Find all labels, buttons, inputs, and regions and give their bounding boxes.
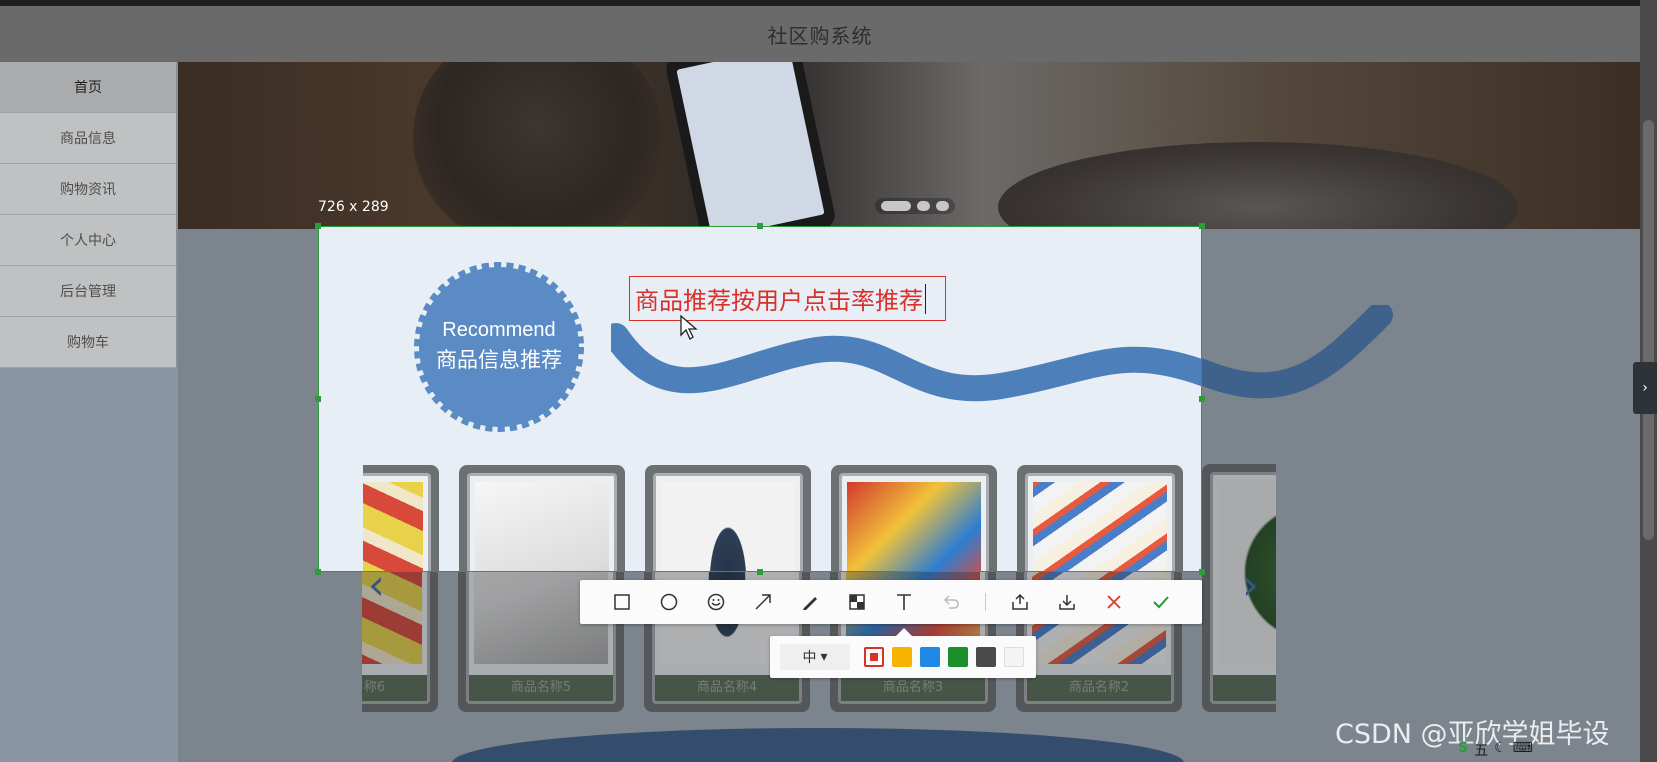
sidebar-item-products[interactable]: 商品信息 [0,113,178,164]
banner-cup-shape [413,62,663,229]
badge-title-cn: 商品信息推荐 [436,348,562,372]
text-icon[interactable] [891,589,917,615]
ime-tray: S 五 ☾ ⌨ [1458,740,1533,760]
product-card[interactable] [1017,465,1183,571]
resize-handle[interactable] [1199,569,1205,575]
text-caret [925,283,926,314]
product-card[interactable] [645,465,811,571]
snip-size-label: 726 x 289 [318,199,389,215]
annotation-text-box[interactable]: 商品推荐按用户点击率推荐 [629,276,946,321]
emoji-icon[interactable] [703,589,729,615]
resize-handle[interactable] [315,223,321,229]
banner-dot[interactable] [936,201,949,211]
app-title: 社区购系统 [767,24,873,48]
moon-icon: ☾ [1494,740,1507,756]
product-card[interactable] [363,465,439,571]
undo-icon[interactable] [938,589,964,615]
carousel-next-icon[interactable]: › [1242,560,1259,609]
color-swatch-red[interactable] [864,647,884,667]
chevron-down-icon: ▾ [820,649,828,665]
color-swatch-gray[interactable] [976,647,996,667]
scrollbar-thumb[interactable] [1643,120,1654,540]
banner-dot-active[interactable] [881,201,911,211]
resize-handle[interactable] [1199,223,1205,229]
color-swatch-green[interactable] [948,647,968,667]
decorative-wave [611,323,1201,402]
sidebar-item-home[interactable]: 首页 [0,62,178,113]
product-name: 商品名称4 [655,675,799,701]
color-swatch-blue[interactable] [920,647,940,667]
product-card[interactable] [1202,464,1276,712]
pen-icon[interactable] [797,589,823,615]
ime-mode-text: 五 [1474,743,1489,759]
product-name [1213,675,1276,701]
product-name: 商品名称6 [362,675,427,701]
font-size-value: 中 [802,650,817,666]
arrow-icon[interactable] [750,589,776,615]
mouse-pointer-icon [680,315,698,340]
download-icon[interactable] [1054,589,1080,615]
sidebar: 首页 商品信息 购物资讯 个人中心 后台管理 购物车 [0,62,178,762]
top-bar: 社区购系统 [0,0,1640,62]
resize-handle[interactable] [757,569,763,575]
product-carousel-snip [363,465,1201,571]
annotation-text[interactable]: 商品推荐按用户点击率推荐 [635,281,923,316]
banner-phone-shape [663,62,838,229]
recommend-badge: Recommend 商品信息推荐 [411,259,587,435]
rectangle-icon[interactable] [609,589,635,615]
resize-handle[interactable] [315,396,321,402]
resize-handle[interactable] [757,223,763,229]
product-card[interactable] [831,465,997,571]
product-name: 商品名称2 [1027,675,1171,701]
product-card[interactable] [459,465,625,571]
color-swatch-white[interactable] [1004,647,1024,667]
resize-handle[interactable] [315,569,321,575]
product-name: 商品名称3 [841,675,985,701]
font-size-select[interactable]: 中 ▾ [780,644,850,670]
sidebar-item-cart[interactable]: 购物车 [0,317,178,368]
banner-pagination[interactable] [875,198,955,214]
chevron-right-icon[interactable]: › [1633,362,1657,414]
ime-logo-icon: S [1458,740,1469,756]
banner-dot[interactable] [917,201,930,211]
close-icon[interactable] [1101,589,1127,615]
resize-handle[interactable] [1199,396,1205,402]
color-swatch-yellow[interactable] [892,647,912,667]
keyboard-icon: ⌨ [1512,740,1533,756]
product-name: 商品名称5 [469,675,613,701]
mosaic-icon[interactable] [844,589,870,615]
toolbar-separator [984,593,986,611]
share-icon[interactable] [1007,589,1033,615]
snip-toolbar [580,580,1202,624]
ellipse-icon[interactable] [656,589,682,615]
sidebar-item-admin[interactable]: 后台管理 [0,266,178,317]
banner-plate-shape [998,142,1518,229]
sidebar-item-news[interactable]: 购物资讯 [0,164,178,215]
badge-title-en: Recommend [442,319,556,341]
confirm-icon[interactable] [1148,589,1174,615]
sidebar-item-profile[interactable]: 个人中心 [0,215,178,266]
text-options-bar: 中 ▾ [770,628,1036,678]
